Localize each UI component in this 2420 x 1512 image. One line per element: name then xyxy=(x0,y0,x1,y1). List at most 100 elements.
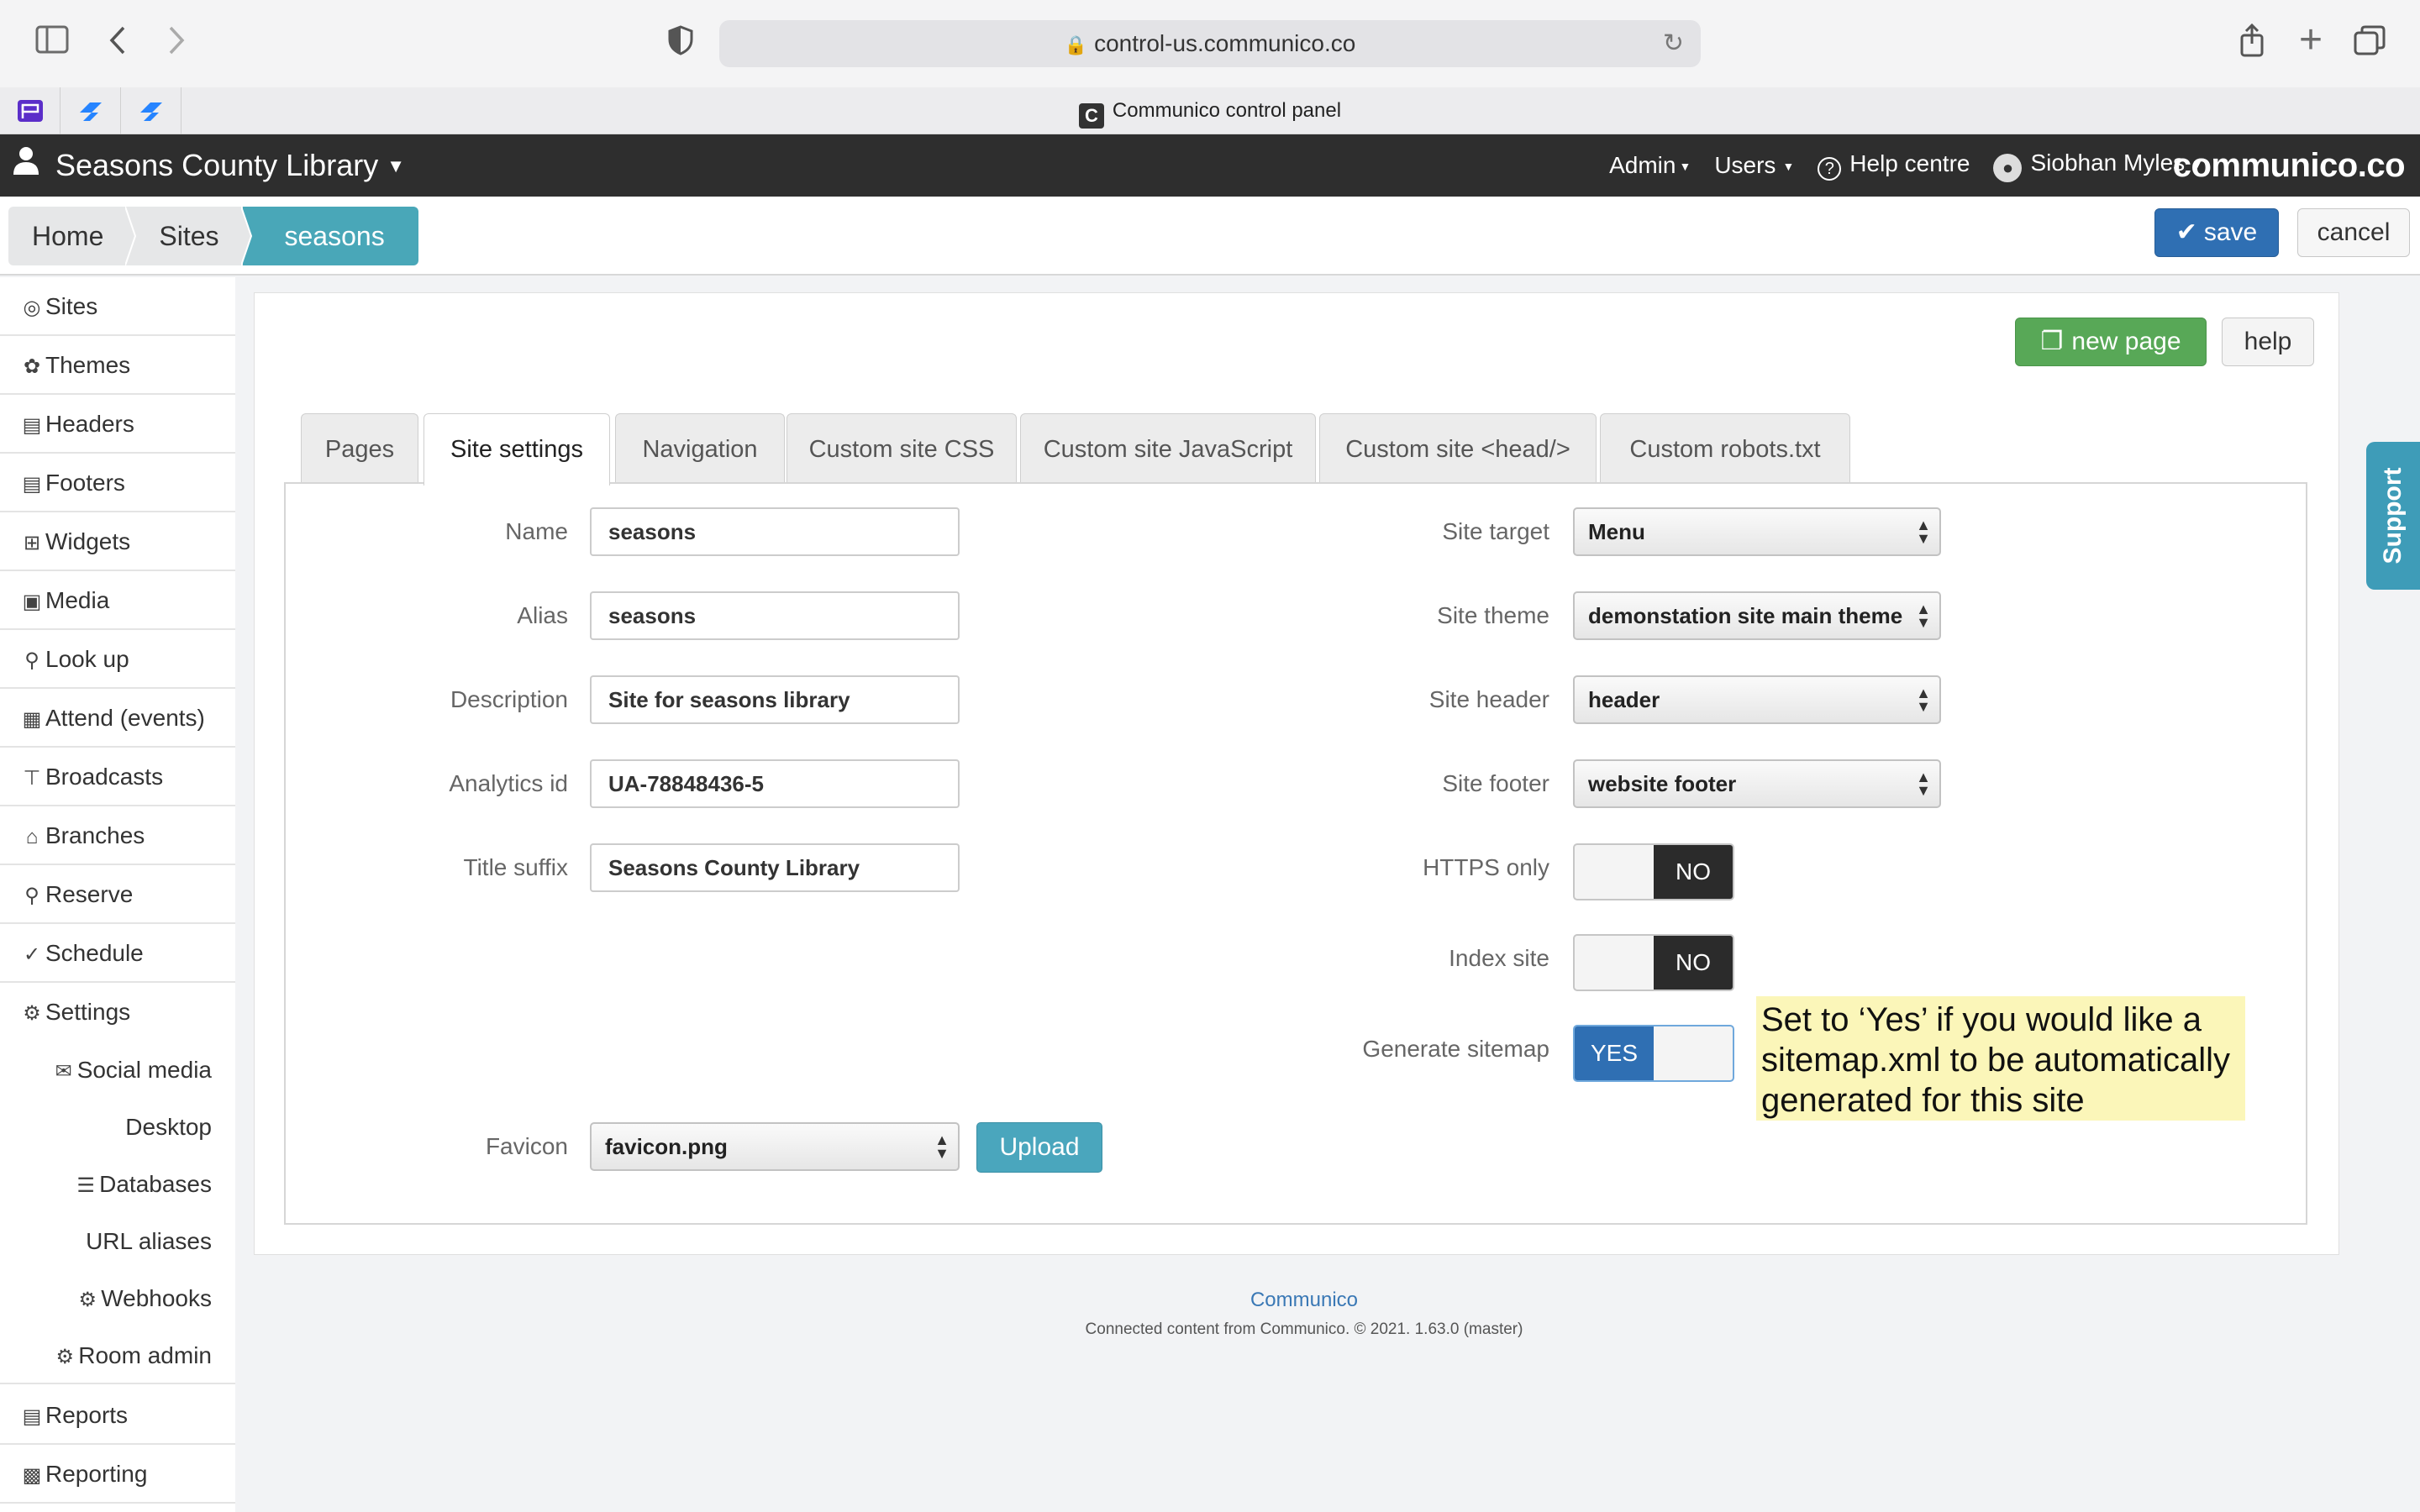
support-label: Support xyxy=(2379,467,2407,564)
upload-button[interactable]: Upload xyxy=(976,1122,1102,1173)
tab-site-settings[interactable]: Site settings xyxy=(424,413,610,486)
sidebar-toggle-icon[interactable] xyxy=(34,25,71,60)
checkmark-icon: ✔ xyxy=(2175,218,2197,246)
sidebar: ◎ Sites ✿ Themes ▤ Headers ▤ Footers ⊞ Widget… xyxy=(0,277,235,1512)
sidebar-subitem-label: Desktop xyxy=(125,1114,212,1140)
sidebar-item-reports[interactable]: ▤ Reports xyxy=(0,1386,235,1445)
communico-favicon-icon: C xyxy=(1078,103,1104,129)
url-text: control-us.communico.co xyxy=(1094,30,1356,56)
new-page-label: new page xyxy=(2071,328,2181,355)
tab-pages[interactable]: Pages xyxy=(301,413,418,484)
site-target-select[interactable]: Menu ▲ ▼ xyxy=(1573,507,1941,556)
tab-custom-javascript[interactable]: Custom site JavaScript xyxy=(1020,413,1316,484)
palette-icon: ✿ xyxy=(23,355,41,378)
https-only-toggle[interactable]: NO xyxy=(1573,843,1734,900)
building-icon: ⌂ xyxy=(25,826,39,848)
site-footer-select[interactable]: website footer ▲ ▼ xyxy=(1573,759,1941,808)
users-menu[interactable]: Users ▼ xyxy=(1714,152,1794,179)
share-icon[interactable] xyxy=(2235,23,2269,63)
tab-overview-icon[interactable] xyxy=(2353,25,2386,61)
sidebar-item-lookup[interactable]: ⚲ Look up xyxy=(0,630,235,689)
sidebar-item-media[interactable]: ▣ Media xyxy=(0,571,235,630)
library-name: Seasons County Library xyxy=(55,148,379,182)
site-footer-label: Site footer xyxy=(1442,770,1549,796)
sidebar-item-attend[interactable]: ▦ Attend (events) xyxy=(0,689,235,748)
sidebar-item-label: Broadcasts xyxy=(45,764,164,790)
name-field[interactable]: seasons xyxy=(590,507,960,556)
footer-copyright: Connected content from Communico. © 2021… xyxy=(1085,1320,1523,1338)
sidebar-item-settings[interactable]: ⚙ Settings xyxy=(0,983,235,1042)
communico-footer-link[interactable]: Communico xyxy=(1220,1289,1388,1312)
breadcrumb-current[interactable]: seasons xyxy=(250,207,418,265)
sitemap-annotation-note: Set to ‘Yes’ if you would like a sitemap… xyxy=(1756,996,2245,1121)
calendar-icon: ▦ xyxy=(22,708,42,731)
sidebar-item-widgets[interactable]: ⊞ Widgets xyxy=(0,512,235,571)
site-header-value: header xyxy=(1588,687,1660,712)
new-tab-icon[interactable]: + xyxy=(2294,20,2328,60)
help-centre-link[interactable]: ? Help centre xyxy=(1818,150,1970,181)
tab-custom-css[interactable]: Custom site CSS xyxy=(786,413,1017,484)
question-circle-icon: ? xyxy=(1818,157,1842,181)
index-site-toggle[interactable]: NO xyxy=(1573,934,1734,991)
sidebar-item-broadcasts[interactable]: ⊤ Broadcasts xyxy=(0,748,235,806)
breadcrumb-sites[interactable]: Sites xyxy=(135,207,243,265)
breadcrumb-bar: Home Sites seasons ✔ save cancel xyxy=(0,197,2420,276)
generate-sitemap-toggle[interactable]: YES xyxy=(1573,1025,1734,1082)
shield-icon[interactable] xyxy=(664,25,697,61)
tab-custom-head[interactable]: Custom site <head/> xyxy=(1319,413,1597,484)
back-icon[interactable] xyxy=(101,25,134,61)
cancel-button[interactable]: cancel xyxy=(2297,208,2410,257)
site-target-value: Menu xyxy=(1588,519,1645,544)
title-suffix-field[interactable]: Seasons County Library xyxy=(590,843,960,892)
sidebar-subitem-databases[interactable]: ☰ Databases xyxy=(0,1156,235,1213)
tab-navigation[interactable]: Navigation xyxy=(615,413,785,484)
address-bar[interactable]: 🔒 control-us.communico.co ↻ xyxy=(719,20,1701,67)
site-theme-label: Site theme xyxy=(1437,602,1549,628)
favicon-select[interactable]: favicon.png ▲ ▼ xyxy=(590,1122,960,1171)
forward-icon[interactable] xyxy=(160,25,193,61)
sidebar-subitem-url-aliases[interactable]: URL aliases xyxy=(0,1213,235,1270)
alias-field[interactable]: seasons xyxy=(590,591,960,640)
sidebar-subitem-room-admin[interactable]: ⚙ Room admin xyxy=(0,1327,235,1384)
breadcrumb-home[interactable]: Home xyxy=(8,207,128,265)
site-footer-value: website footer xyxy=(1588,771,1737,796)
person-icon xyxy=(12,135,44,197)
library-switcher[interactable]: Seasons County Library ▼ xyxy=(12,134,405,197)
alias-label: Alias xyxy=(517,602,568,628)
help-button[interactable]: help xyxy=(2222,318,2314,366)
reload-icon[interactable]: ↻ xyxy=(1663,20,1684,67)
brand-logo[interactable]: communico.co xyxy=(2173,134,2406,197)
generate-sitemap-label: Generate sitemap xyxy=(1362,1036,1549,1062)
sidebar-item-label: Schedule xyxy=(45,940,144,966)
sidebar-subitem-webhooks[interactable]: ⚙ Webhooks xyxy=(0,1270,235,1327)
sidebar-item-reporting[interactable]: ▩ Reporting xyxy=(0,1445,235,1504)
sidebar-item-headers[interactable]: ▤ Headers xyxy=(0,395,235,454)
sidebar-item-schedule[interactable]: ✓ Schedule xyxy=(0,924,235,983)
active-browser-tab[interactable]: C Communico control panel xyxy=(0,87,2420,134)
sidebar-item-branches[interactable]: ⌂ Branches xyxy=(0,806,235,865)
support-tab[interactable]: Support xyxy=(2366,442,2420,590)
tab-custom-robots[interactable]: Custom robots.txt xyxy=(1600,413,1850,484)
sidebar-item-label: Settings xyxy=(45,999,131,1025)
save-button[interactable]: ✔ save xyxy=(2154,208,2279,257)
books-icon: ☰ xyxy=(76,1174,95,1197)
sidebar-item-label: Footers xyxy=(45,470,125,496)
admin-label: Admin xyxy=(1609,152,1676,178)
header-icon: ▤ xyxy=(22,414,42,437)
sidebar-item-reserve[interactable]: ⚲ Reserve xyxy=(0,865,235,924)
sidebar-item-footers[interactable]: ▤ Footers xyxy=(0,454,235,512)
sidebar-item-sites[interactable]: ◎ Sites xyxy=(0,277,235,336)
sidebar-subitem-label: Room admin xyxy=(78,1342,212,1368)
site-header-select[interactable]: header ▲ ▼ xyxy=(1573,675,1941,724)
sidebar-subitem-social-media[interactable]: ✉ Social media xyxy=(0,1042,235,1099)
new-page-button[interactable]: ❐ new page xyxy=(2015,318,2207,366)
user-name: Siobhan Myles xyxy=(2030,149,2186,176)
user-menu[interactable]: ● Siobhan Myles ▼ xyxy=(1993,150,2203,182)
sidebar-item-label: Reports xyxy=(45,1402,129,1428)
sidebar-item-themes[interactable]: ✿ Themes xyxy=(0,336,235,395)
sidebar-subitem-desktop[interactable]: Desktop xyxy=(0,1099,235,1156)
analytics-id-field[interactable]: UA-78848436-5 xyxy=(590,759,960,808)
admin-menu[interactable]: Admin ▼ xyxy=(1609,152,1691,179)
description-field[interactable]: Site for seasons library xyxy=(590,675,960,724)
site-theme-select[interactable]: demonstation site main theme ▲ ▼ xyxy=(1573,591,1941,640)
